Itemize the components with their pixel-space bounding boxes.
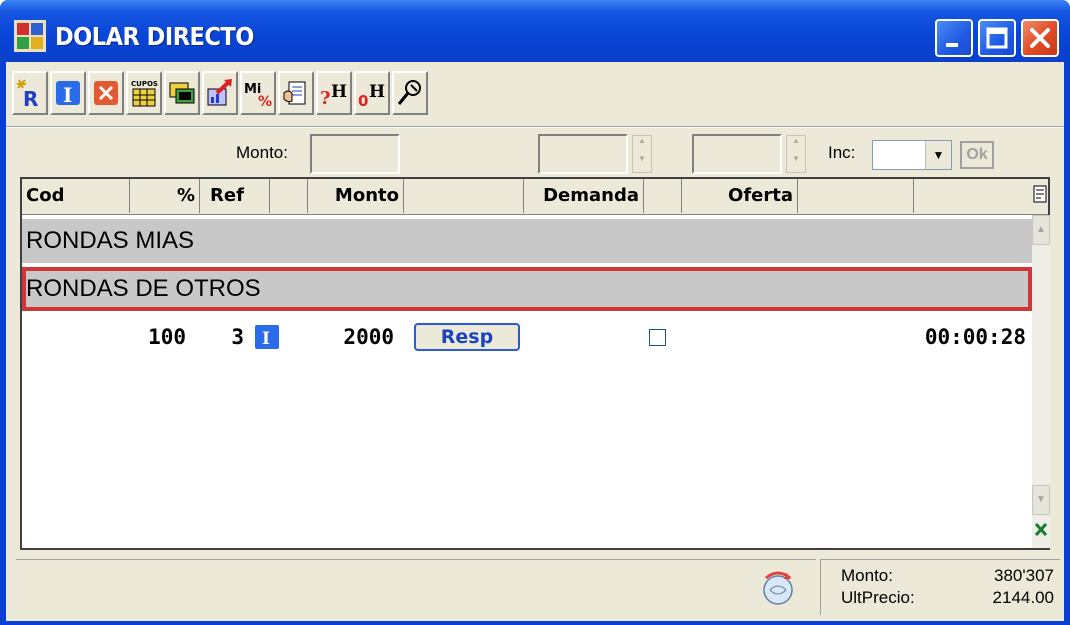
col-demanda[interactable]: Demanda <box>524 179 644 213</box>
col-blank-4[interactable] <box>798 179 914 213</box>
spin-down-icon[interactable]: ▼ <box>633 154 651 172</box>
toolbar: R I CUPOS Mi % ? H 0 H <box>6 66 646 126</box>
col-percent[interactable]: % <box>130 179 200 213</box>
status-ultprecio-value: 2144.00 <box>992 588 1054 607</box>
minimize-icon <box>946 43 958 47</box>
monto-input[interactable] <box>310 134 400 174</box>
col-blank-3[interactable] <box>644 179 682 213</box>
status-bar-right: Monto: 380'307 UltPrecio: 2144.00 <box>820 559 1060 615</box>
title-bar[interactable]: DOLAR DIRECTO <box>0 0 1070 62</box>
app-logo-icon <box>14 20 46 52</box>
wrench-icon <box>397 80 421 105</box>
document-hand-icon <box>283 81 306 105</box>
question-h-button[interactable]: ? H <box>316 71 352 115</box>
zero-h-icon: 0 H <box>358 82 385 109</box>
close-button[interactable] <box>1021 19 1059 57</box>
document-hand-button[interactable] <box>278 71 314 115</box>
row-timer: 00:00:28 <box>924 325 1026 349</box>
delete-icon <box>94 81 118 105</box>
col-blank-1[interactable] <box>270 179 308 213</box>
row-monto: 2000 <box>343 325 394 349</box>
svg-text:CUPOS: CUPOS <box>131 80 158 88</box>
row-ref: 3 <box>231 325 244 349</box>
cupos-button[interactable]: CUPOS <box>126 71 162 115</box>
chevron-down-icon[interactable]: ▼ <box>925 141 951 169</box>
inc-label: Inc: <box>828 143 856 162</box>
cards-icon <box>169 82 195 104</box>
question-h-icon: ? H <box>320 82 347 109</box>
status-monto-value: 380'307 <box>994 566 1054 585</box>
sync-globe-icon[interactable] <box>758 568 798 608</box>
svg-text:I: I <box>63 83 72 107</box>
chart-arrow-icon <box>207 79 232 106</box>
window-title: DOLAR DIRECTO <box>55 22 254 51</box>
svg-text:H: H <box>369 82 385 102</box>
spin-field-2[interactable] <box>692 134 782 174</box>
ok-button[interactable]: Ok <box>960 141 994 169</box>
new-round-button[interactable]: R <box>12 71 48 115</box>
col-oferta[interactable]: Oferta <box>682 179 798 213</box>
status-bar-left <box>16 559 816 615</box>
col-cod[interactable]: Cod <box>22 179 130 213</box>
toolbar-divider <box>6 126 1064 128</box>
svg-text:R: R <box>23 87 38 109</box>
maximize-button[interactable] <box>978 19 1016 57</box>
monto-label: Monto: <box>236 143 288 162</box>
spin-up-icon[interactable]: ▲ <box>787 136 805 154</box>
mi-percent-icon: Mi % <box>244 82 272 109</box>
minimize-button[interactable] <box>935 19 973 57</box>
row-percent: 100 <box>148 325 186 349</box>
spin-up-icon[interactable]: ▲ <box>633 136 651 154</box>
new-round-icon: R <box>17 79 38 109</box>
spin-field-1[interactable] <box>538 134 628 174</box>
scroll-down-icon[interactable]: ▼ <box>1032 485 1050 515</box>
scroll-up-icon[interactable]: ▲ <box>1032 215 1050 245</box>
maximize-icon <box>986 27 1008 49</box>
svg-text:?: ? <box>320 88 331 109</box>
col-monto[interactable]: Monto <box>308 179 404 213</box>
excel-export-icon[interactable] <box>1033 520 1049 538</box>
cupos-icon: CUPOS <box>131 80 158 107</box>
group-row-otros[interactable]: RONDAS DE OTROS <box>22 267 1032 311</box>
svg-text:H: H <box>331 82 347 102</box>
status-ultprecio-label: UltPrecio: <box>841 588 915 607</box>
spin-down-icon[interactable]: ▼ <box>787 154 805 172</box>
cards-button[interactable] <box>164 71 200 115</box>
svg-text:%: % <box>258 94 272 109</box>
col-blank-2[interactable] <box>404 179 524 213</box>
settings-button[interactable] <box>392 71 428 115</box>
info-icon: I <box>56 81 80 107</box>
mi-percent-button[interactable]: Mi % <box>240 71 276 115</box>
delete-button[interactable] <box>88 71 124 115</box>
rounds-grid: Cod % Ref Monto Demanda Oferta RONDAS MI… <box>20 177 1050 550</box>
info-button[interactable]: I <box>50 71 86 115</box>
row-info-icon[interactable]: I <box>255 325 279 349</box>
table-row[interactable]: 100 3 I 2000 Resp 00:00:28 <box>22 315 1032 359</box>
inc-select[interactable]: ▼ <box>872 140 952 170</box>
window-client: R I CUPOS Mi % ? H 0 H Monto: ▲ ▼ ▲ ▼ In… <box>6 62 1064 621</box>
grid-header: Cod % Ref Monto Demanda Oferta <box>22 179 1032 215</box>
group-row-mias[interactable]: RONDAS MIAS <box>22 219 1032 263</box>
status-monto-label: Monto: <box>841 566 893 585</box>
resp-button[interactable]: Resp <box>414 323 520 351</box>
spin-buttons-1[interactable]: ▲ ▼ <box>632 135 652 173</box>
app-window: DOLAR DIRECTO R I CUPOS Mi % ? H 0 H Mon… <box>0 0 1070 625</box>
zero-h-button[interactable]: 0 H <box>354 71 390 115</box>
column-chooser-button[interactable] <box>1032 179 1048 215</box>
close-icon <box>1030 28 1050 48</box>
vertical-scrollbar[interactable]: ▲ ▼ <box>1032 215 1050 548</box>
svg-text:0: 0 <box>358 92 368 109</box>
col-ref[interactable]: Ref <box>200 179 270 213</box>
row-checkbox[interactable] <box>649 329 666 346</box>
svg-text:I: I <box>262 329 270 349</box>
spin-buttons-2[interactable]: ▲ ▼ <box>786 135 806 173</box>
chart-arrow-button[interactable] <box>202 71 238 115</box>
column-chooser-icon <box>1033 185 1047 203</box>
